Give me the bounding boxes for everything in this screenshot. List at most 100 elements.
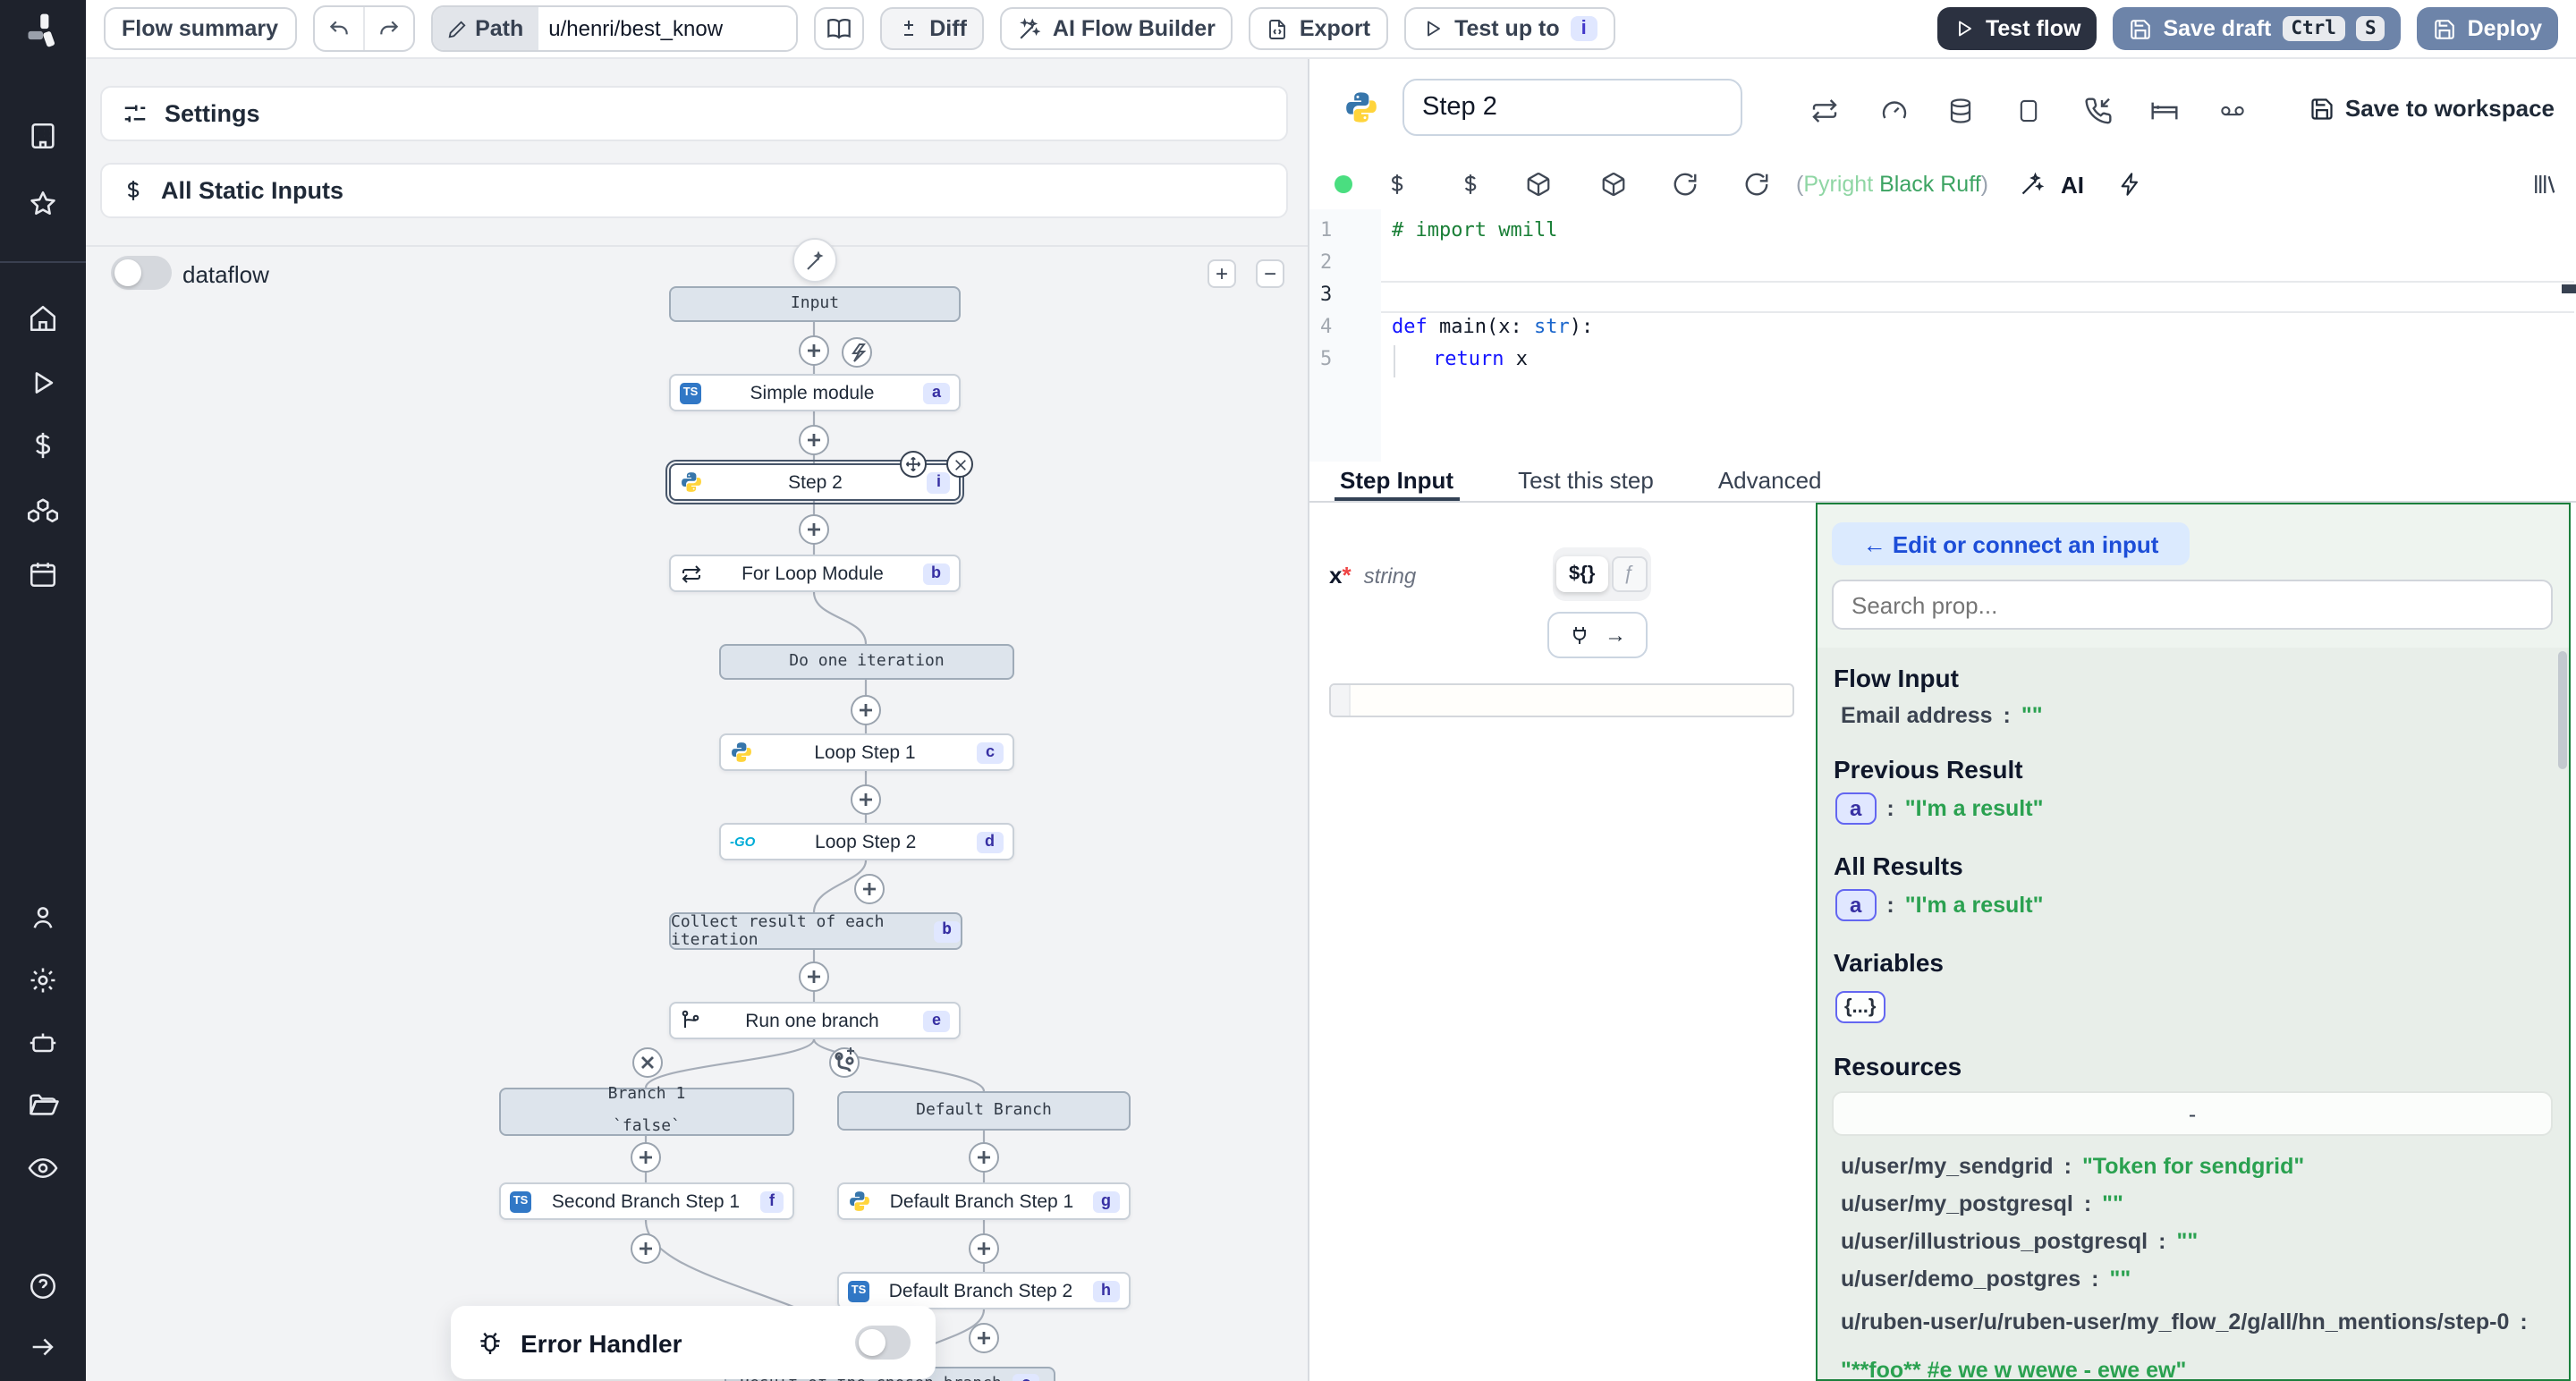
prop-search-input[interactable]: [1832, 580, 2553, 630]
line-number: 2: [1320, 250, 1332, 274]
collapse-arrow-icon[interactable]: [28, 1332, 58, 1362]
sleep-bed-icon[interactable]: [2150, 97, 2179, 125]
node-label: Loop Step 2: [755, 831, 976, 852]
ai-label[interactable]: AI: [2061, 172, 2084, 199]
ai-flow-builder-button[interactable]: AI Flow Builder: [1001, 7, 1233, 50]
flow-node-run-one-branch[interactable]: Run one branch e: [669, 1002, 961, 1039]
wand-sparkles-icon: [1019, 17, 1042, 40]
voicemail-icon[interactable]: [2216, 98, 2249, 123]
code-editor[interactable]: 1 2 3 4 5 # import wmill def main(x: str…: [1309, 209, 2576, 462]
runs-play-icon[interactable]: [28, 368, 58, 398]
python-icon: [848, 1190, 871, 1213]
refresh-icon[interactable]: [1672, 171, 1699, 198]
variables-dollar-icon[interactable]: [28, 430, 58, 461]
connect-input-button[interactable]: →: [1547, 612, 1648, 658]
help-icon[interactable]: [28, 1271, 58, 1301]
flow-node-collect-result[interactable]: Collect result of each iteration b: [669, 912, 962, 950]
result-chip[interactable]: a: [1835, 889, 1876, 921]
input-mode-toggle: ${} ƒ: [1553, 547, 1651, 601]
loop-icon: [680, 563, 703, 584]
tab-advanced[interactable]: Advanced: [1713, 462, 1827, 501]
mock-square-icon[interactable]: [2016, 97, 2041, 125]
schedules-calendar-icon[interactable]: [28, 559, 58, 589]
ai-wand-icon[interactable]: [2020, 172, 2045, 197]
diff-button[interactable]: Diff: [879, 7, 985, 50]
package-icon[interactable]: [1600, 171, 1627, 198]
flow-node-for-loop[interactable]: For Loop Module b: [669, 555, 961, 592]
folders-icon[interactable]: [27, 1089, 59, 1122]
node-id-badge: h: [1092, 1280, 1120, 1301]
flow-node-loop-step-2[interactable]: -GO Loop Step 2 d: [719, 823, 1014, 860]
database-icon[interactable]: [1947, 97, 1974, 125]
refresh-icon[interactable]: [1743, 171, 1770, 198]
home-icon[interactable]: [28, 303, 58, 334]
delete-node-button[interactable]: [946, 451, 973, 478]
resource-row[interactable]: u/user/demo_postgres:"": [1841, 1267, 2131, 1292]
test-up-to-button[interactable]: Test up to i: [1404, 7, 1615, 50]
favorites-star-icon[interactable]: [28, 189, 58, 219]
resources-filter-box[interactable]: -: [1832, 1091, 2553, 1136]
step-name-input[interactable]: [1402, 79, 1742, 136]
path-label-segment[interactable]: Path: [432, 7, 538, 50]
resources-boxes-icon[interactable]: [27, 494, 59, 526]
flow-node-loop-step-1[interactable]: Loop Step 1 c: [719, 733, 1014, 771]
path-input[interactable]: [538, 7, 795, 50]
workers-bot-icon[interactable]: [27, 1027, 59, 1059]
move-node-button[interactable]: [900, 451, 927, 478]
undo-button[interactable]: [314, 7, 364, 50]
flow-node-branch-1[interactable]: Branch 1 `false`: [499, 1088, 794, 1136]
cache-repeat-icon[interactable]: [1810, 97, 1839, 125]
flow-summary-button[interactable]: Flow summary: [104, 7, 296, 50]
branch-icon: [680, 1009, 701, 1032]
package-icon[interactable]: [1525, 171, 1552, 198]
pencil-icon: [446, 19, 466, 38]
all-results-row[interactable]: a : "I'm a result": [1835, 889, 2043, 921]
workspace-building-icon[interactable]: [28, 121, 58, 151]
flow-node-default-branch[interactable]: Default Branch: [837, 1091, 1131, 1131]
flow-node-default-branch-step-2[interactable]: TS Default Branch Step 2 h: [837, 1272, 1131, 1309]
resource-row[interactable]: u/user/my_postgresql:"": [1841, 1191, 2123, 1216]
save-draft-button[interactable]: Save draft Ctrl S: [2113, 7, 2401, 50]
deploy-button[interactable]: Deploy: [2418, 7, 2558, 50]
assets-dollar-icon[interactable]: [1385, 171, 1409, 198]
flow-input-row[interactable]: Email address: "": [1841, 703, 2043, 728]
library-icon[interactable]: [2530, 171, 2557, 198]
flow-node-second-branch-step-1[interactable]: TS Second Branch Step 1 f: [499, 1182, 794, 1220]
export-button[interactable]: Export: [1250, 7, 1388, 50]
result-chip[interactable]: a: [1835, 792, 1876, 825]
settings-gear-icon[interactable]: [28, 965, 58, 996]
vars-dollar-icon[interactable]: [1459, 171, 1482, 198]
resource-row[interactable]: u/user/illustrious_postgresql:"": [1841, 1229, 2198, 1254]
redo-button[interactable]: [364, 7, 412, 50]
node-id-badge: f: [760, 1190, 784, 1212]
phone-call-icon[interactable]: [2084, 97, 2113, 125]
flow-node-default-branch-step-1[interactable]: Default Branch Step 1 g: [837, 1182, 1131, 1220]
timeout-gauge-icon[interactable]: [1880, 97, 1909, 125]
instant-bolt-icon[interactable]: [2118, 171, 2143, 198]
variables-object-chip[interactable]: {...}: [1835, 991, 1885, 1023]
prop-picker-scrollbar[interactable]: [2558, 651, 2567, 769]
audit-eye-icon[interactable]: [27, 1152, 59, 1184]
flow-node-do-one-iteration[interactable]: Do one iteration: [719, 644, 1014, 680]
previous-result-row[interactable]: a : "I'm a result": [1835, 792, 2043, 825]
test-flow-button[interactable]: Test flow: [1937, 7, 2097, 50]
argument-value-input[interactable]: [1329, 683, 1794, 717]
back-to-edit-button[interactable]: ← Edit or connect an input: [1832, 522, 2190, 565]
function-expr-toggle[interactable]: ƒ: [1611, 556, 1647, 592]
template-expr-toggle[interactable]: ${}: [1556, 556, 1607, 592]
tab-step-input[interactable]: Step Input: [1335, 462, 1459, 501]
tab-test-this-step[interactable]: Test this step: [1513, 462, 1659, 501]
flow-node-input[interactable]: Input: [669, 286, 961, 322]
node-id-badge: g: [1092, 1190, 1120, 1212]
resource-row[interactable]: u/ruben-user/…:"…": [1841, 1376, 2079, 1381]
file-export-icon: [1267, 17, 1289, 40]
docs-book-button[interactable]: [813, 7, 863, 50]
error-handler-toggle[interactable]: [855, 1326, 911, 1360]
variables-row[interactable]: {...}: [1835, 991, 1885, 1023]
users-icon[interactable]: [28, 902, 58, 933]
resources-heading: Resources: [1834, 1052, 1962, 1080]
resource-row[interactable]: u/ruben-user/u/ruben-user/my_flow_2/g/al…: [1841, 1304, 2553, 1381]
resource-row[interactable]: u/user/my_sendgrid:"Token for sendgrid": [1841, 1154, 2304, 1179]
save-to-workspace-button[interactable]: Save to workspace: [2309, 95, 2555, 122]
flow-node-simple-module[interactable]: TS Simple module a: [669, 374, 961, 411]
